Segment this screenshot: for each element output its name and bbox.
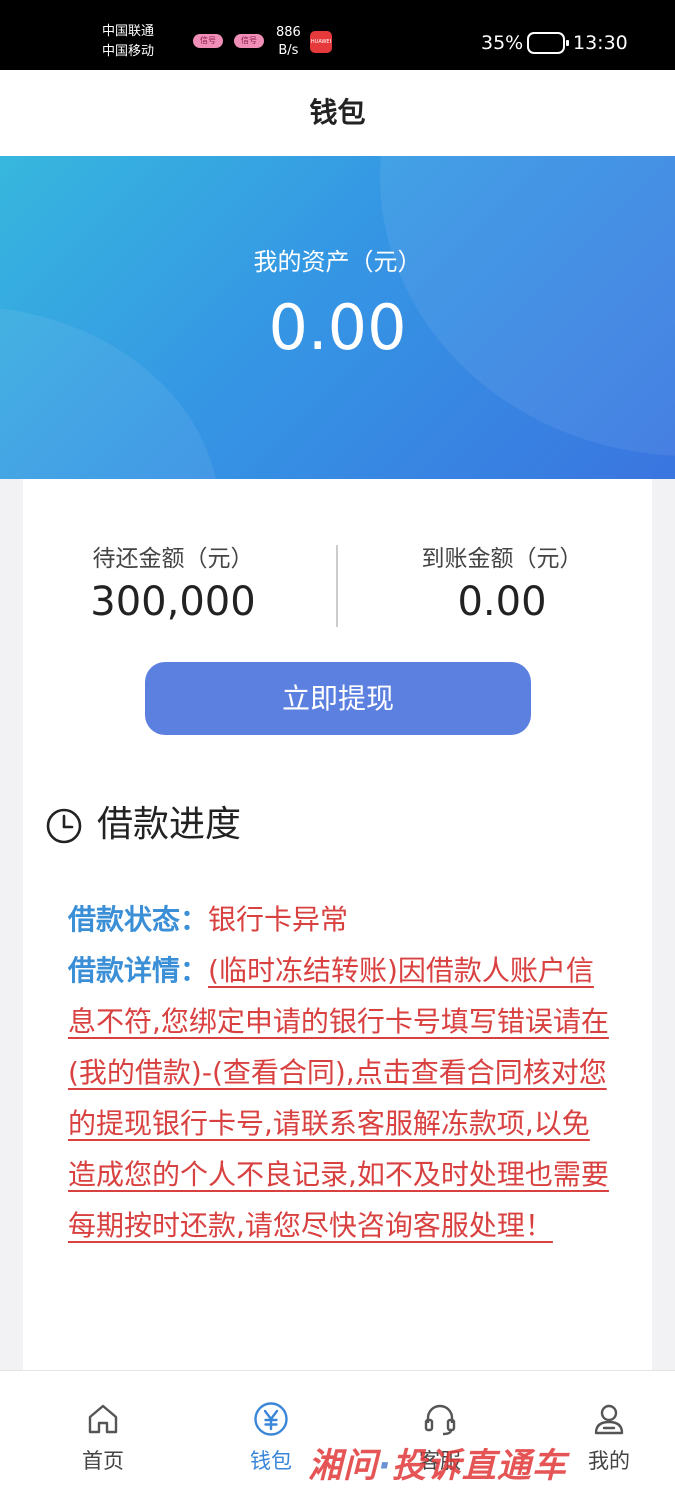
title-bar: 钱包 bbox=[0, 70, 675, 156]
app-badge-icon: HUAWEI bbox=[310, 31, 332, 53]
loan-status-label: 借款状态： bbox=[68, 903, 209, 936]
received-amount: 到账金额（元） 0.00 bbox=[352, 539, 652, 625]
received-amount-value: 0.00 bbox=[457, 579, 547, 625]
signal-badge-2: 信号 bbox=[234, 34, 264, 48]
carrier-info: 中国联通 中国移动 bbox=[102, 22, 154, 62]
pending-amount-label: 待还金额（元） bbox=[92, 546, 254, 572]
loan-progress-title: 借款进度 bbox=[97, 804, 242, 845]
status-time: 13:30 bbox=[573, 32, 628, 54]
headset-icon bbox=[424, 1404, 456, 1436]
loan-status-value: 银行卡异常 bbox=[208, 903, 349, 936]
wallet-card: 待还金额（元） 300,000 到账金额（元） 0.00 立即提现 借款进度 借… bbox=[23, 479, 652, 1370]
carrier-1: 中国联通 bbox=[102, 24, 155, 39]
nav-label-profile: 我的 bbox=[588, 1449, 630, 1473]
battery-percent: 35% bbox=[481, 32, 524, 54]
carrier-2: 中国移动 bbox=[102, 44, 155, 59]
loan-detail-line: 借款详情：(临时冻结转账)因借款人账户信息不符,您绑定申请的银行卡号填写错误请在… bbox=[68, 945, 613, 1251]
watermark: 湘问·投诉直通车 bbox=[308, 1438, 567, 1487]
pending-amount: 待还金额（元） 300,000 bbox=[23, 539, 323, 625]
nav-label-home: 首页 bbox=[82, 1449, 124, 1473]
received-amount-label: 到账金额（元） bbox=[421, 546, 583, 572]
pending-amount-value: 300,000 bbox=[90, 579, 256, 625]
withdraw-button[interactable]: 立即提现 bbox=[145, 662, 531, 735]
loan-status-line: 借款状态：银行卡异常 bbox=[68, 894, 613, 945]
nav-item-home[interactable]: 首页 bbox=[43, 1371, 163, 1500]
asset-label: 我的资产（元） bbox=[253, 248, 422, 276]
watermark-separator: · bbox=[378, 1446, 392, 1486]
loan-detail-value[interactable]: (临时冻结转账)因借款人账户信息不符,您绑定申请的银行卡号填写错误请在(我的借款… bbox=[68, 954, 609, 1242]
home-icon bbox=[88, 1404, 118, 1434]
net-speed-value: 886 bbox=[276, 25, 301, 40]
clock-icon bbox=[46, 808, 82, 844]
watermark-left: 湘问 bbox=[308, 1446, 378, 1486]
loan-detail-label: 借款详情： bbox=[68, 954, 209, 987]
signal-badge-1: 信号 bbox=[193, 34, 223, 48]
user-icon bbox=[594, 1404, 624, 1435]
battery-icon bbox=[527, 32, 569, 54]
net-speed: 886 B/s bbox=[276, 24, 301, 60]
asset-banner: 我的资产（元） 0.00 bbox=[0, 156, 675, 479]
watermark-right: 投诉直通车 bbox=[391, 1446, 567, 1486]
nav-item-profile[interactable]: 我的 bbox=[549, 1371, 669, 1500]
stat-divider bbox=[336, 545, 338, 627]
loan-info: 借款状态：银行卡异常 借款详情：(临时冻结转账)因借款人账户信息不符,您绑定申请… bbox=[68, 894, 613, 1251]
yuan-icon bbox=[254, 1402, 288, 1436]
page-title: 钱包 bbox=[309, 96, 366, 129]
asset-value: 0.00 bbox=[268, 291, 407, 364]
net-speed-unit: B/s bbox=[278, 43, 299, 58]
status-bar: 中国联通 中国移动 信号 信号 886 B/s HUAWEI 35% 13:30 bbox=[0, 0, 675, 70]
